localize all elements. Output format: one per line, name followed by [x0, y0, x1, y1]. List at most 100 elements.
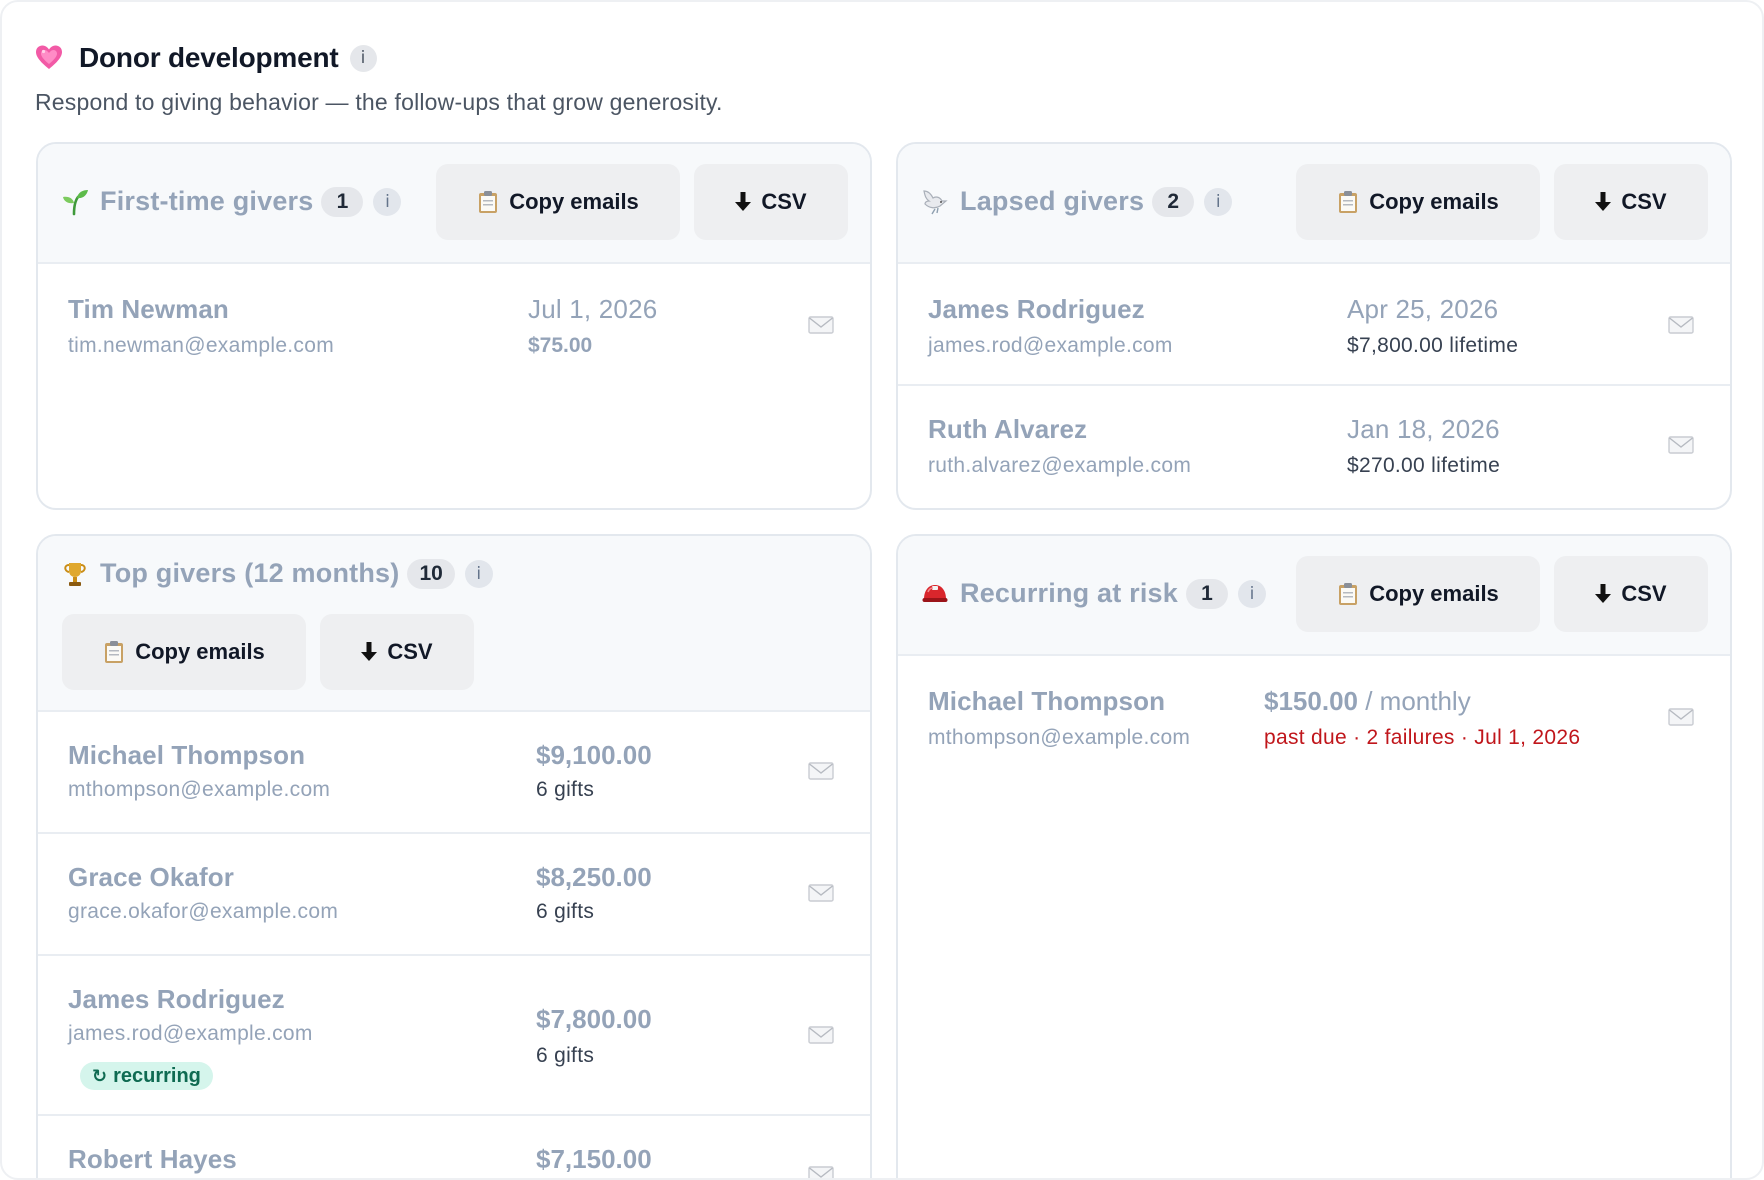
clipboard-icon	[103, 640, 125, 664]
list-item[interactable]: Robert Hayes $7,150.00	[38, 1116, 870, 1178]
info-icon[interactable]: i	[1237, 579, 1266, 608]
recurring-frequency: / monthly	[1365, 686, 1471, 716]
top-givers-card: Top givers (12 months) 10 i Copy emails …	[36, 534, 872, 1178]
info-icon[interactable]: i	[464, 559, 493, 588]
last-gift-date: Apr 25, 2026	[1347, 294, 1499, 324]
clipboard-icon	[477, 190, 499, 214]
trophy-icon	[60, 559, 90, 589]
donor-list: James Rodriguez james.rod@example.com Ap…	[898, 264, 1730, 508]
csv-download-button[interactable]: CSV	[320, 614, 474, 690]
recurring-icon: ↻	[92, 1065, 108, 1087]
csv-label: CSV	[1621, 189, 1667, 214]
total-amount: $7,800.00	[536, 1004, 652, 1034]
donor-name: James Rodriguez	[68, 984, 285, 1014]
donor-name: Michael Thompson	[68, 740, 306, 770]
donor-name: Grace Okafor	[68, 862, 234, 892]
count-badge: 1	[321, 186, 364, 217]
gift-count: 6 gifts	[536, 900, 595, 923]
last-gift-date: Jan 18, 2026	[1347, 414, 1500, 444]
donor-email: ruth.alvarez@example.com	[928, 454, 1192, 477]
mail-icon[interactable]	[808, 316, 834, 334]
card-title: Top givers (12 months)	[100, 558, 400, 588]
copy-emails-button[interactable]: Copy emails	[1296, 556, 1540, 632]
gift-amount: $75.00	[528, 334, 593, 357]
csv-label: CSV	[387, 639, 433, 664]
donor-name: Michael Thompson	[928, 686, 1166, 716]
donor-email: james.rod@example.com	[928, 334, 1173, 357]
copy-emails-button[interactable]: Copy emails	[1296, 164, 1540, 240]
donor-name: Ruth Alvarez	[928, 414, 1088, 444]
total-amount: $8,250.00	[536, 862, 652, 892]
copy-emails-button[interactable]: Copy emails	[436, 164, 680, 240]
recurring-at-risk-card: Recurring at risk 1 i Copy emails CSV Mi…	[896, 534, 1732, 1178]
panel-header: Donor development i Respond to giving be…	[35, 40, 1735, 116]
mail-icon[interactable]	[808, 884, 834, 902]
csv-label: CSV	[761, 189, 807, 214]
copy-emails-label: Copy emails	[1369, 581, 1499, 606]
copy-emails-label: Copy emails	[1369, 189, 1499, 214]
count-badge: 1	[1185, 578, 1228, 609]
donor-name: James Rodriguez	[928, 294, 1145, 324]
donor-email: james.rod@example.com	[68, 1022, 313, 1045]
clipboard-icon	[1337, 582, 1359, 606]
list-item[interactable]: Michael Thompson mthompson@example.com $…	[898, 656, 1730, 786]
list-item[interactable]: James Rodriguez james.rod@example.com ↻ …	[38, 956, 870, 1116]
donor-name: Tim Newman	[68, 294, 229, 324]
mail-icon[interactable]	[808, 1166, 834, 1178]
gift-date: Jul 1, 2026	[528, 294, 658, 324]
mail-icon[interactable]	[1668, 436, 1694, 454]
copy-emails-label: Copy emails	[509, 189, 639, 214]
list-item[interactable]: Ruth Alvarez ruth.alvarez@example.com Ja…	[898, 386, 1730, 508]
list-item[interactable]: James Rodriguez james.rod@example.com Ap…	[898, 264, 1730, 386]
card-header: First-time givers 1 i Copy emails CSV	[38, 144, 870, 264]
donor-list: Michael Thompson mthompson@example.com $…	[898, 656, 1730, 786]
donor-list: Michael Thompson mthompson@example.com $…	[38, 712, 870, 1178]
donor-email: grace.okafor@example.com	[68, 900, 339, 923]
card-header: Recurring at risk 1 i Copy emails CSV	[898, 536, 1730, 656]
list-item[interactable]: Grace Okafor grace.okafor@example.com $8…	[38, 834, 870, 956]
csv-download-button[interactable]: CSV	[1554, 556, 1708, 632]
copy-emails-button[interactable]: Copy emails	[62, 614, 306, 690]
count-badge: 10	[407, 558, 455, 589]
mail-icon[interactable]	[808, 762, 834, 780]
recurring-badge: ↻ recurring	[80, 1062, 213, 1090]
clipboard-icon	[1337, 190, 1359, 214]
card-title: Lapsed givers	[960, 186, 1145, 216]
download-arrow-icon	[361, 642, 378, 662]
card-header: Top givers (12 months) 10 i Copy emails …	[38, 536, 870, 712]
mail-icon[interactable]	[1668, 708, 1694, 726]
csv-download-button[interactable]: CSV	[694, 164, 848, 240]
donor-name: Robert Hayes	[68, 1144, 237, 1174]
lapsed-givers-card: Lapsed givers 2 i Copy emails CSV James …	[896, 142, 1732, 510]
donor-list: Tim Newman tim.newman@example.com Jul 1,…	[38, 264, 870, 386]
payment-status: past due · 2 failures · Jul 1, 2026	[1264, 726, 1581, 749]
info-icon[interactable]: i	[373, 187, 402, 216]
copy-emails-label: Copy emails	[135, 639, 265, 664]
list-item[interactable]: Michael Thompson mthompson@example.com $…	[38, 712, 870, 834]
gift-count: 6 gifts	[536, 1044, 595, 1067]
title-row: Donor development i	[35, 40, 1735, 76]
total-amount: $9,100.00	[536, 740, 652, 770]
csv-download-button[interactable]: CSV	[1554, 164, 1708, 240]
download-arrow-icon	[1595, 584, 1612, 604]
card-title: First-time givers	[100, 186, 314, 216]
card-title: Recurring at risk	[960, 578, 1178, 608]
donor-development-panel: Donor development i Respond to giving be…	[0, 0, 1764, 1180]
info-icon[interactable]: i	[1204, 187, 1233, 216]
dove-icon	[920, 187, 950, 217]
csv-label: CSV	[1621, 581, 1667, 606]
list-item[interactable]: Tim Newman tim.newman@example.com Jul 1,…	[38, 264, 870, 386]
recurring-badge-label: recurring	[113, 1064, 201, 1087]
lifetime-amount: $7,800.00 lifetime	[1347, 334, 1519, 357]
page-subtitle: Respond to giving behavior — the follow-…	[35, 89, 723, 115]
recurring-amount: $150.00 / monthly	[1264, 686, 1471, 717]
page-title: Donor development	[79, 42, 339, 73]
mail-icon[interactable]	[1668, 316, 1694, 334]
download-arrow-icon	[735, 192, 752, 212]
info-icon[interactable]: i	[349, 44, 377, 72]
total-amount: $7,150.00	[536, 1144, 652, 1174]
lifetime-amount: $270.00 lifetime	[1347, 454, 1501, 477]
mail-icon[interactable]	[808, 1026, 834, 1044]
download-arrow-icon	[1595, 192, 1612, 212]
sprout-icon	[60, 187, 90, 217]
